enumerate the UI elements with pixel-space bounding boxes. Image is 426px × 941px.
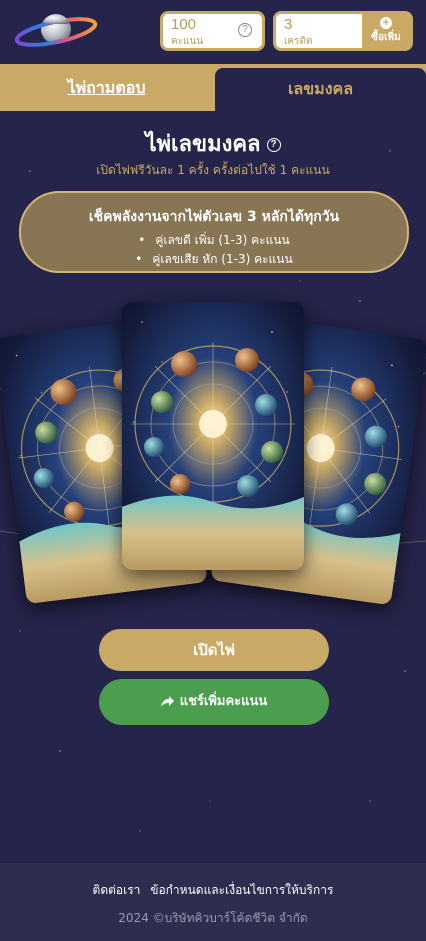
share-button[interactable]: แชร์เพิ่มคะแนน — [99, 679, 329, 725]
credit-box: 3 เครดิต + ซื้อเพิ่ม — [273, 11, 413, 51]
plus-circle-icon: + — [380, 17, 392, 29]
share-arrow-icon — [160, 696, 174, 707]
tab-lucky-number[interactable]: เลขมงคล — [215, 68, 426, 111]
contact-link[interactable]: ติดต่อเรา — [93, 883, 141, 897]
info-box: เช็คพลังงานจากไพ่ตัวเลข 3 หลักได้ทุกวัน … — [19, 191, 409, 273]
credit-unit: เครดิต — [284, 36, 313, 47]
terms-link[interactable]: ข้อกำหนดและเงื่อนไขการให้บริการ — [150, 883, 333, 897]
copyright: 2024 ©บริษัทคิวบาร์โค้ดชีวิต จำกัด — [118, 911, 308, 925]
open-card-button[interactable]: เปิดไพ่ — [99, 629, 329, 671]
tab-bar: ไพ่ถามตอบ เลขมงคล — [0, 64, 426, 111]
question-circle-icon[interactable]: ? — [238, 23, 252, 37]
page-title-text: ไพ่เลขมงคล — [145, 132, 261, 157]
credit-value: 3 — [284, 16, 293, 33]
share-button-label: แชร์เพิ่มคะแนน — [179, 694, 268, 709]
page-subtitle: เปิดไพ่ฟรีวันละ 1 ครั้ง ครั้งต่อไปใช้ 1 … — [96, 163, 330, 177]
buy-more-label: ซื้อเพิ่ม — [371, 32, 401, 43]
points-unit: คะแนน — [171, 36, 204, 47]
page-title: ไพ่เลขมงคล? — [0, 126, 426, 161]
info-heading: เช็คพลังงานจากไพ่ตัวเลข 3 หลักได้ทุกวัน — [88, 209, 340, 225]
main-content: ไพ่เลขมงคล? เปิดไพ่ฟรีวันละ 1 ครั้ง ครั้… — [0, 111, 426, 863]
help-circle-icon[interactable]: ? — [266, 138, 281, 152]
buy-more-button[interactable]: + ซื้อเพิ่ม — [362, 14, 410, 48]
tab-question-answer[interactable]: ไพ่ถามตอบ — [0, 64, 213, 111]
info-item-bad: คู่เลขเสีย หัก (1-3) คะแนน — [21, 250, 407, 269]
points-value: 100 — [171, 16, 197, 33]
header: 100 คะแนน ? 3 เครดิต + ซื้อเพิ่ม — [0, 0, 426, 64]
planet-logo-icon[interactable] — [14, 10, 98, 52]
points-box: 100 คะแนน ? — [160, 11, 265, 51]
info-item-good: คู่เลขดี เพิ่ม (1-3) คะแนน — [21, 231, 407, 250]
tarot-card-center[interactable] — [122, 302, 304, 570]
footer-links: ติดต่อเรา ข้อกำหนดและเงื่อนไขการให้บริกา… — [0, 881, 426, 900]
footer: ติดต่อเรา ข้อกำหนดและเงื่อนไขการให้บริกา… — [0, 863, 426, 941]
tarot-cards — [0, 286, 426, 616]
info-list: คู่เลขดี เพิ่ม (1-3) คะแนน คู่เลขเสีย หั… — [21, 231, 407, 269]
